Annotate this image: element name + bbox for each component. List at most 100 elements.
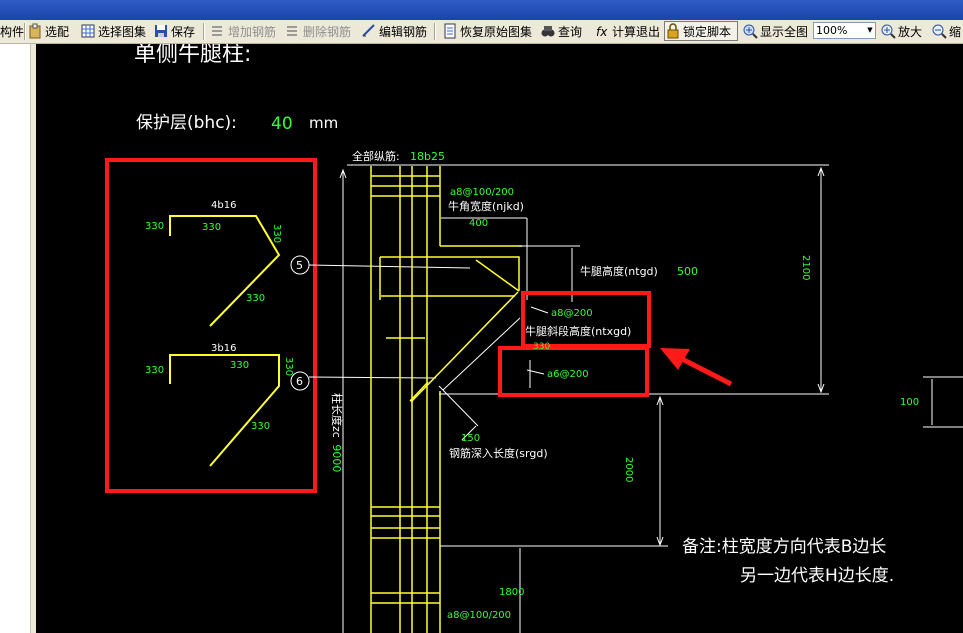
note-line-1: 备注:柱宽度方向代表B边长 bbox=[682, 537, 886, 557]
corbel-height-label: 牛腿高度(ntgd) bbox=[580, 264, 658, 278]
toolbar-separator bbox=[203, 23, 205, 40]
toolbar-separator bbox=[434, 23, 436, 40]
rebar2-dim-a[interactable]: 330 bbox=[145, 365, 164, 376]
rebar1-dim-d[interactable]: 330 bbox=[246, 293, 265, 304]
toolbar: 构件 选配 选择图集 保存 增加钢筋 删除钢筋 编辑钢筋 恢复原始图集 查询 f… bbox=[0, 20, 963, 44]
bubble-6-label: 6 bbox=[296, 375, 303, 388]
right-dim-lines bbox=[923, 376, 963, 428]
zoom-out-label: 缩 bbox=[949, 24, 962, 39]
cover-label: 保护层(bhc): bbox=[136, 113, 237, 133]
add-rebar-icon bbox=[212, 26, 222, 36]
grid-icon bbox=[81, 24, 95, 38]
column-length-value[interactable]: 9000 bbox=[330, 444, 343, 472]
select-config-label: 选配 bbox=[45, 24, 70, 39]
component-button[interactable]: 构件 bbox=[0, 21, 24, 41]
stirrup-corbel-2-value[interactable]: a6@200 bbox=[547, 369, 589, 380]
column-body[interactable] bbox=[370, 166, 522, 633]
all-long-rebar-value[interactable]: 18b25 bbox=[410, 150, 445, 163]
bubble-5-label: 5 bbox=[296, 259, 303, 272]
zoom-in-button[interactable]: 放大 bbox=[880, 21, 922, 41]
corbel-stirrup-highlight-1 bbox=[521, 291, 651, 348]
cover-unit: mm bbox=[309, 114, 338, 132]
add-rebar-button[interactable]: 增加钢筋 bbox=[210, 21, 276, 41]
rebar2-dim-d[interactable]: 330 bbox=[251, 421, 270, 432]
calc-exit-label: 计算退出 bbox=[612, 24, 661, 39]
lower-height-value[interactable]: 2000 bbox=[623, 457, 634, 482]
partial-text: 330 bbox=[533, 342, 550, 352]
rebar1-dim-b[interactable]: 330 bbox=[202, 222, 221, 233]
save-button[interactable]: 保存 bbox=[153, 21, 195, 41]
rebar-shape-1[interactable]: 4b16 330 330 330 330 bbox=[145, 200, 282, 327]
zoom-out-button[interactable]: 缩 bbox=[931, 21, 961, 41]
rebar2-dim-b[interactable]: 330 bbox=[230, 360, 249, 371]
rebar2-spec[interactable]: 3b16 bbox=[211, 343, 236, 354]
right-dim-value[interactable]: 100 bbox=[900, 397, 919, 408]
anchor-value[interactable]: 150 bbox=[461, 433, 480, 444]
zoom-out-icon bbox=[932, 24, 947, 39]
anchor-label: 钢筋深入长度(srgd) bbox=[449, 446, 548, 460]
chevron-down-icon[interactable]: ▼ bbox=[865, 23, 875, 38]
document-icon bbox=[444, 23, 456, 39]
note-line-2: 另一边代表H边长度. bbox=[740, 566, 894, 586]
rebar1-dim-a[interactable]: 330 bbox=[145, 221, 164, 232]
red-arrow-shaft bbox=[676, 354, 733, 387]
zoom-select[interactable]: 100% ▼ bbox=[813, 22, 876, 39]
corner-width-label: 牛角宽度(njkd) bbox=[448, 199, 524, 213]
lock-script-button[interactable]: 锁定脚本 bbox=[664, 21, 738, 41]
drawing-title: 单侧牛腿柱: bbox=[134, 44, 251, 67]
slope-height-label: 牛腿斜段高度(ntxgd) bbox=[525, 324, 631, 338]
show-all-label: 显示全图 bbox=[760, 24, 809, 39]
restore-atlas-button[interactable]: 恢复原始图集 bbox=[442, 21, 532, 41]
edit-rebar-button[interactable]: 编辑钢筋 bbox=[361, 21, 427, 41]
corner-width-value[interactable]: 400 bbox=[469, 218, 488, 229]
stirrup-corbel-1-value[interactable]: a8@200 bbox=[551, 308, 593, 319]
cover-value[interactable]: 40 bbox=[271, 114, 293, 134]
zoom-in-label: 放大 bbox=[898, 24, 923, 39]
leader-line-5 bbox=[308, 264, 471, 269]
show-all-button[interactable]: 显示全图 bbox=[742, 21, 808, 41]
zoom-value: 100% bbox=[816, 24, 848, 37]
svg-text:fx: fx bbox=[596, 25, 608, 39]
toolbar-separator bbox=[24, 23, 26, 40]
component-tree-panel[interactable] bbox=[0, 44, 30, 633]
delete-rebar-label: 删除钢筋 bbox=[303, 24, 352, 39]
zoom-in-icon bbox=[881, 24, 896, 39]
anchor-dim bbox=[438, 385, 479, 427]
select-atlas-button[interactable]: 选择图集 bbox=[80, 21, 146, 41]
drawing-canvas[interactable]: 单侧牛腿柱: 保护层(bhc): 40 mm 4b16 330 330 330 … bbox=[36, 44, 963, 633]
floppy-icon bbox=[155, 25, 167, 37]
leader-line-6 bbox=[308, 376, 437, 379]
select-config-button[interactable]: 选配 bbox=[27, 21, 69, 41]
rebar1-dim-c[interactable]: 330 bbox=[271, 224, 282, 243]
total-height-value[interactable]: 2100 bbox=[800, 255, 811, 280]
stirrup-bottom-value[interactable]: a8@100/200 bbox=[447, 610, 511, 621]
query-button[interactable]: 查询 bbox=[540, 21, 582, 41]
delete-rebar-icon bbox=[287, 26, 297, 36]
bottom-height-value[interactable]: 1800 bbox=[499, 587, 524, 598]
clipboard-icon bbox=[29, 23, 41, 39]
edit-rebar-icon bbox=[362, 24, 375, 37]
edit-rebar-label: 编辑钢筋 bbox=[379, 24, 428, 39]
rebar1-spec[interactable]: 4b16 bbox=[211, 200, 236, 211]
lock-icon bbox=[667, 23, 679, 39]
add-rebar-label: 增加钢筋 bbox=[228, 24, 277, 39]
binoculars-icon bbox=[541, 26, 555, 37]
query-label: 查询 bbox=[558, 24, 583, 39]
zoom-fit-icon bbox=[743, 24, 758, 39]
component-label: 构件 bbox=[0, 24, 25, 39]
stirrup-1-leader bbox=[530, 306, 549, 314]
function-icon: fx bbox=[596, 25, 608, 39]
delete-rebar-button[interactable]: 删除钢筋 bbox=[285, 21, 351, 41]
save-label: 保存 bbox=[171, 24, 196, 39]
corbel-height-value[interactable]: 500 bbox=[677, 265, 698, 278]
rebar-drawing: 单侧牛腿柱: 保护层(bhc): 40 mm 4b16 330 330 330 … bbox=[105, 44, 963, 633]
column-length-label-text: 柱长度zc bbox=[330, 393, 344, 438]
rebar2-dim-c[interactable]: 330 bbox=[283, 357, 294, 376]
all-long-rebar-label: 全部纵筋: bbox=[352, 149, 400, 163]
select-atlas-label: 选择图集 bbox=[98, 24, 147, 39]
calc-exit-button[interactable]: fx 计算退出 bbox=[594, 21, 660, 41]
rebar-shape-2[interactable]: 3b16 330 330 330 330 bbox=[145, 343, 294, 467]
column-length-label: 柱长度zc 9000 bbox=[330, 393, 344, 472]
window-titlebar bbox=[0, 0, 963, 20]
stirrup-top-value[interactable]: a8@100/200 bbox=[450, 187, 514, 198]
